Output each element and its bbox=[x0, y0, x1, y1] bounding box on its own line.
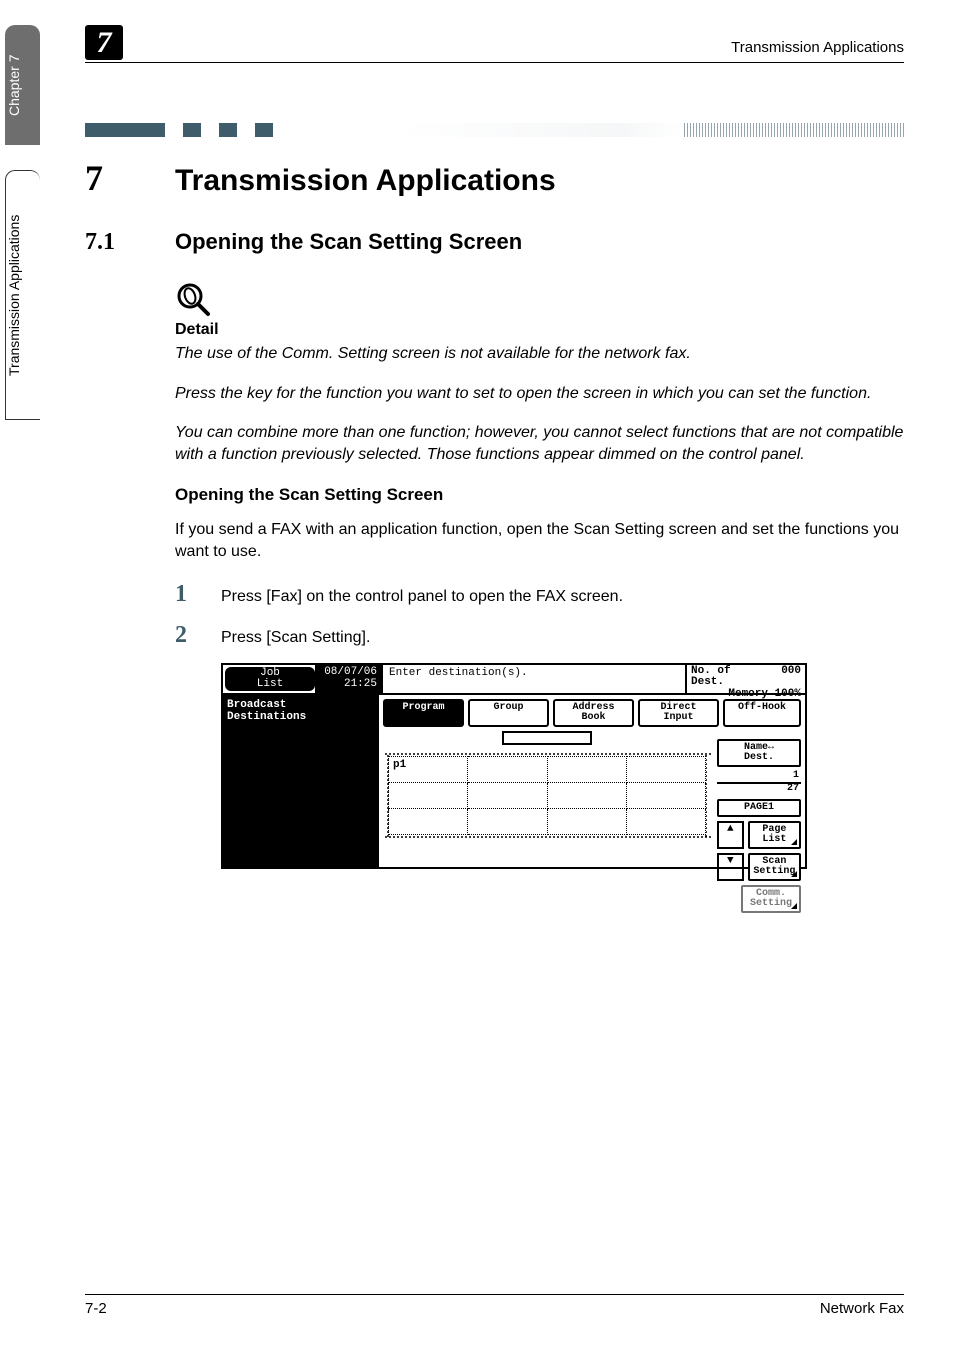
subsection-title: Opening the Scan Setting Screen bbox=[175, 485, 904, 505]
detail-paragraph-2: Press the key for the function you want … bbox=[175, 383, 904, 405]
step-1: 1 Press [Fax] on the control panel to op… bbox=[175, 581, 904, 608]
broadcast-destinations-panel: Broadcast Destinations bbox=[223, 695, 379, 867]
side-tab-section: Transmission Applications bbox=[5, 170, 40, 420]
fax-topbar: Job List 08/07/06 21:25 Enter destinatio… bbox=[223, 665, 805, 695]
grid-cell[interactable] bbox=[626, 756, 705, 782]
fax-center-panel: Program Group Address Book Direct Input … bbox=[379, 695, 805, 867]
section-title-number: 7.1 bbox=[85, 229, 175, 256]
fax-tab-row: Program Group Address Book Direct Input … bbox=[383, 699, 801, 727]
section-title-text: Opening the Scan Setting Screen bbox=[175, 229, 522, 255]
tab-address-book[interactable]: Address Book bbox=[553, 699, 634, 727]
page-indicator-total: 27 bbox=[717, 784, 801, 795]
detail-heading: Detail bbox=[175, 321, 904, 339]
tab-program[interactable]: Program bbox=[383, 699, 464, 727]
tab-group[interactable]: Group bbox=[468, 699, 549, 727]
fax-status-box: No. of Dest. 000 Memory 100% bbox=[687, 665, 805, 693]
grid-cell[interactable] bbox=[547, 808, 626, 834]
destination-grid-table: p1 bbox=[388, 756, 706, 835]
page-footer: 7-2 Network Fax bbox=[85, 1294, 904, 1317]
step-2: 2 Press [Scan Setting]. bbox=[175, 622, 904, 649]
chapter-title-text: Transmission Applications bbox=[175, 164, 556, 198]
grid-cell-p1[interactable]: p1 bbox=[389, 756, 468, 782]
grid-cell[interactable] bbox=[626, 782, 705, 808]
fax-time: 21:25 bbox=[344, 679, 377, 691]
grid-cell[interactable] bbox=[468, 808, 547, 834]
intro-paragraph: If you send a FAX with an application fu… bbox=[175, 519, 904, 562]
page-down-button[interactable]: ▼ bbox=[717, 853, 744, 881]
fax-body: Broadcast Destinations Program Group Add… bbox=[223, 695, 805, 867]
comm-setting-button[interactable]: Comm. Setting bbox=[741, 885, 801, 913]
footer-doc-title: Network Fax bbox=[820, 1300, 904, 1317]
grid-cell[interactable] bbox=[626, 808, 705, 834]
fax-date-time: 08/07/06 21:25 bbox=[315, 665, 381, 693]
decorative-stripe-bar bbox=[85, 123, 904, 137]
page-indicator-current: 1 bbox=[717, 771, 801, 784]
grid-cell[interactable] bbox=[468, 782, 547, 808]
no-of-dest-value: 000 bbox=[781, 666, 801, 689]
chapter-title-number: 7 bbox=[85, 157, 175, 199]
step-1-number: 1 bbox=[175, 581, 221, 608]
grid-cell[interactable] bbox=[389, 782, 468, 808]
name-dest-toggle-button[interactable]: Name↔ Dest. bbox=[717, 739, 801, 767]
fax-screen-figure: Job List 08/07/06 21:25 Enter destinatio… bbox=[221, 663, 904, 869]
footer-page-number: 7-2 bbox=[85, 1300, 107, 1317]
destination-grid: p1 bbox=[383, 751, 711, 840]
page1-button[interactable]: PAGE1 bbox=[717, 799, 801, 817]
chapter-title: 7 Transmission Applications bbox=[85, 157, 904, 199]
fax-side-controls: Name↔ Dest. 1 27 PAGE1 ▲ Page List bbox=[717, 739, 801, 913]
scan-setting-button[interactable]: Scan Setting bbox=[748, 853, 801, 881]
grid-cell[interactable] bbox=[547, 782, 626, 808]
side-tabs-container: Chapter 7 Transmission Applications bbox=[0, 0, 70, 1352]
page-list-button[interactable]: Page List bbox=[748, 821, 801, 849]
step-2-text: Press [Scan Setting]. bbox=[221, 627, 370, 649]
running-header-title: Transmission Applications bbox=[731, 39, 904, 60]
step-2-number: 2 bbox=[175, 622, 221, 649]
detail-paragraph-1: The use of the Comm. Setting screen is n… bbox=[175, 343, 904, 365]
running-header: 7 Transmission Applications bbox=[85, 25, 904, 63]
search-input-slot[interactable] bbox=[502, 731, 592, 745]
fax-prompt: Enter destination(s). bbox=[381, 665, 687, 693]
page-content: 7 Transmission Applications 7 Transmissi… bbox=[85, 0, 904, 869]
detail-paragraph-3: You can combine more than one function; … bbox=[175, 422, 904, 465]
chapter-number-box: 7 bbox=[85, 25, 123, 60]
off-hook-button[interactable]: Off-Hook bbox=[723, 699, 801, 727]
tab-direct-input[interactable]: Direct Input bbox=[638, 699, 719, 727]
grid-cell[interactable] bbox=[547, 756, 626, 782]
page-up-button[interactable]: ▲ bbox=[717, 821, 744, 849]
side-tab-chapter: Chapter 7 bbox=[5, 25, 40, 145]
step-1-text: Press [Fax] on the control panel to open… bbox=[221, 586, 623, 608]
job-list-button[interactable]: Job List bbox=[225, 667, 315, 691]
magnifier-icon bbox=[175, 281, 904, 319]
search-row bbox=[383, 731, 711, 745]
grid-cell[interactable] bbox=[389, 808, 468, 834]
section-title: 7.1 Opening the Scan Setting Screen bbox=[85, 229, 904, 256]
fax-date: 08/07/06 bbox=[324, 667, 377, 679]
no-of-dest-label: No. of Dest. bbox=[691, 666, 731, 689]
grid-cell[interactable] bbox=[468, 756, 547, 782]
fax-screen: Job List 08/07/06 21:25 Enter destinatio… bbox=[221, 663, 807, 869]
